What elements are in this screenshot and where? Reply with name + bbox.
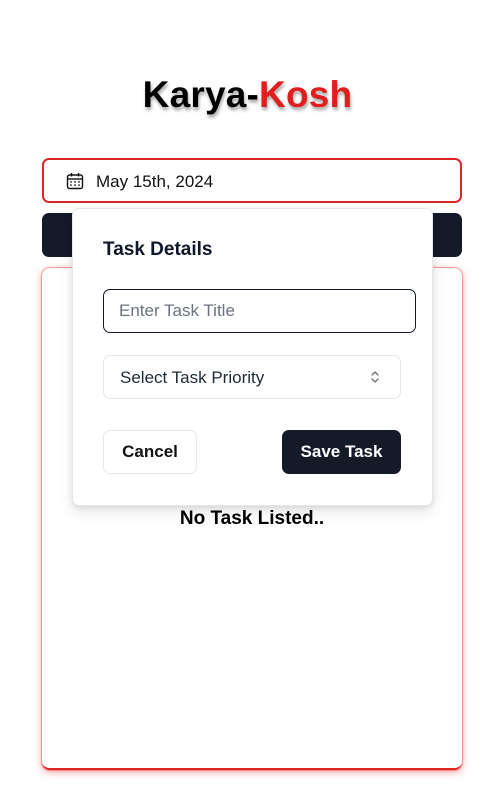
empty-task-message: No Task Listed..	[179, 508, 325, 529]
chevron-up-down-icon	[371, 371, 379, 383]
calendar-icon	[66, 173, 84, 190]
app-title-part2: Kosh	[259, 74, 353, 115]
task-priority-select[interactable]: Select Task Priority	[103, 355, 401, 399]
app-title-part1: Karya-	[142, 74, 260, 115]
task-title-input[interactable]	[103, 289, 416, 333]
task-details-popover: Task Details Select Task Priority Cancel…	[72, 208, 433, 506]
date-picker-button[interactable]: May 15th, 2024	[42, 158, 462, 203]
popover-heading: Task Details	[103, 239, 213, 260]
save-task-button[interactable]: Save Task	[282, 430, 401, 474]
priority-select-label: Select Task Priority	[120, 368, 265, 387]
date-value: May 15th, 2024	[96, 172, 214, 191]
app-title: Karya-Kosh	[0, 74, 495, 116]
cancel-button[interactable]: Cancel	[103, 430, 197, 474]
